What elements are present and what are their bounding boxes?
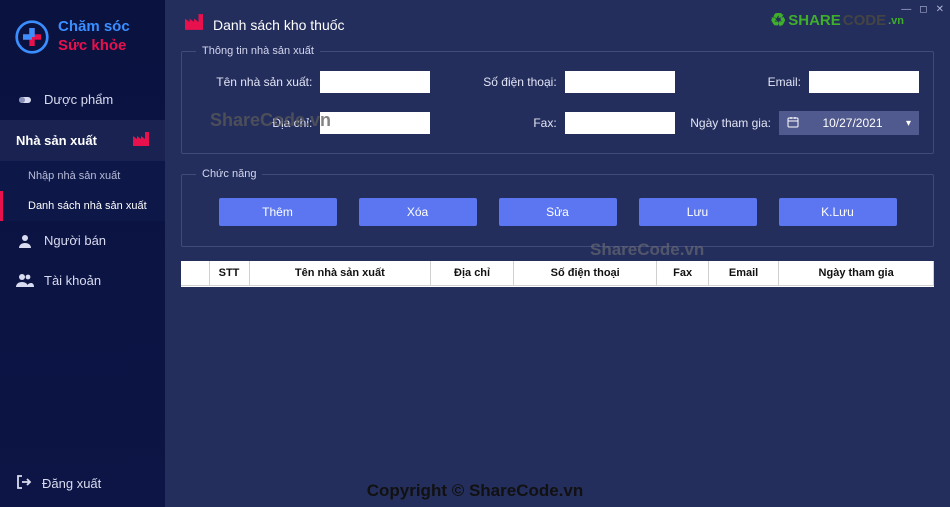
table-header-name[interactable]: Tên nhà sản xuất: [249, 261, 431, 286]
input-fax[interactable]: [565, 112, 675, 134]
add-button[interactable]: Thêm: [219, 198, 337, 226]
label-email: Email:: [768, 75, 801, 89]
data-table: STT Tên nhà sản xuất Địa chỉ Số điện tho…: [181, 261, 934, 287]
save-button[interactable]: Lưu: [639, 198, 757, 226]
maximize-icon[interactable]: ◻: [919, 4, 927, 15]
input-name[interactable]: [320, 71, 430, 93]
label-join-date: Ngày tham gia:: [690, 116, 771, 130]
sidebar-item-label: Người bán: [44, 233, 106, 248]
table-header-address[interactable]: Địa chỉ: [431, 261, 514, 286]
table-header-selector[interactable]: [181, 261, 209, 286]
sidebar-item-label: Tài khoản: [44, 273, 101, 288]
nosave-button[interactable]: K.Lưu: [779, 198, 897, 226]
sidebar-item-seller[interactable]: Người bán: [0, 221, 165, 261]
person-icon: [16, 233, 34, 249]
group-manufacturer-info: Thông tin nhà sản xuất Tên nhà sản xuất:…: [181, 45, 934, 154]
table-header-stt[interactable]: STT: [209, 261, 249, 286]
label-phone: Số điện thoại:: [483, 75, 556, 89]
window-controls: — ◻ ✕: [901, 4, 944, 15]
sidebar-item-account[interactable]: Tài khoản: [0, 261, 165, 300]
users-icon: [16, 273, 34, 287]
label-address: Địa chỉ:: [272, 116, 312, 130]
sidebar-sub-add-manufacturer[interactable]: Nhập nhà sản xuất: [0, 161, 165, 191]
sidebar: Chăm sóc Sức khỏe Dược phẩm Nhà sản xuất…: [0, 0, 165, 507]
date-value: 10/27/2021: [822, 116, 882, 130]
table-header-email[interactable]: Email: [708, 261, 778, 286]
group-legend: Thông tin nhà sản xuất: [196, 45, 320, 57]
page-title: Danh sách kho thuốc: [213, 17, 345, 33]
table-header-phone[interactable]: Số điện thoại: [513, 261, 656, 286]
input-join-date[interactable]: 10/27/2021 ▾: [779, 111, 919, 135]
brand-block: Chăm sóc Sức khỏe: [0, 0, 165, 80]
sidebar-item-drugs[interactable]: Dược phẩm: [0, 80, 165, 120]
sharecode-badge: ♻ SHARECODE.vn: [770, 10, 904, 31]
edit-button[interactable]: Sửa: [499, 198, 617, 226]
input-email[interactable]: [809, 71, 919, 93]
badge-share: SHARE: [788, 12, 841, 29]
calendar-icon: [787, 116, 799, 131]
table-header-join[interactable]: Ngày tham gia: [779, 261, 934, 286]
factory-icon: [185, 14, 203, 35]
table-header-row: STT Tên nhà sản xuất Địa chỉ Số điện tho…: [181, 261, 934, 286]
brand-logo-icon: [14, 19, 50, 55]
sidebar-item-manufacturer[interactable]: Nhà sản xuất: [0, 120, 165, 161]
sidebar-subnav: Nhập nhà sản xuất Danh sách nhà sản xuất: [0, 161, 165, 221]
label-fax: Fax:: [533, 116, 556, 130]
sidebar-sub-list-manufacturer[interactable]: Danh sách nhà sản xuất: [0, 191, 165, 221]
input-phone[interactable]: [565, 71, 675, 93]
brand-line-2: Sức khỏe: [58, 37, 130, 56]
chevron-down-icon: ▾: [906, 118, 911, 129]
main-area: — ◻ ✕ Danh sách kho thuốc Thông tin nhà …: [165, 0, 950, 507]
sidebar-item-label: Nhà sản xuất: [16, 133, 97, 148]
group-actions: Chức năng Thêm Xóa Sửa Lưu K.Lưu: [181, 168, 934, 247]
close-icon[interactable]: ✕: [936, 4, 944, 15]
group-legend: Chức năng: [196, 168, 262, 180]
recycle-icon: ♻: [770, 10, 786, 31]
label-name: Tên nhà sản xuất:: [216, 75, 312, 89]
watermark-footer: Copyright © ShareCode.vn: [0, 481, 950, 501]
delete-button[interactable]: Xóa: [359, 198, 477, 226]
badge-code: CODE: [843, 12, 886, 29]
brand-line-1: Chăm sóc: [58, 18, 130, 37]
sidebar-nav: Dược phẩm Nhà sản xuất Nhập nhà sản xuất…: [0, 80, 165, 461]
table-header-fax[interactable]: Fax: [657, 261, 708, 286]
factory-icon: [133, 132, 149, 149]
app-root: Chăm sóc Sức khỏe Dược phẩm Nhà sản xuất…: [0, 0, 950, 507]
content: Thông tin nhà sản xuất Tên nhà sản xuất:…: [165, 45, 950, 287]
badge-vn: .vn: [888, 15, 904, 27]
sidebar-item-label: Dược phẩm: [44, 92, 113, 107]
input-address[interactable]: [320, 112, 430, 134]
pill-icon: [16, 92, 34, 108]
